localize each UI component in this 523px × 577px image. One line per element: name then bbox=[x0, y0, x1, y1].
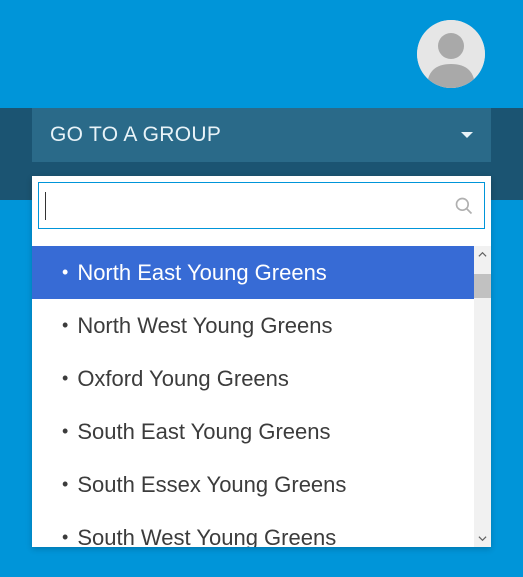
dropdown-label: GO TO A GROUP bbox=[50, 123, 221, 147]
top-bar bbox=[0, 0, 523, 108]
dropdown-panel: • North East Young Greens • North West Youn… bbox=[32, 176, 491, 547]
person-icon bbox=[417, 20, 485, 88]
list-item[interactable]: • Oxford Young Greens bbox=[32, 352, 474, 405]
search-input[interactable] bbox=[46, 183, 454, 228]
scroll-down-icon[interactable] bbox=[474, 530, 491, 547]
option-label: North West Young Greens bbox=[77, 313, 332, 339]
avatar[interactable] bbox=[417, 20, 485, 88]
scroll-up-icon[interactable] bbox=[474, 246, 491, 263]
search-box[interactable] bbox=[38, 182, 485, 229]
bullet-icon: • bbox=[62, 315, 68, 336]
list-item[interactable]: • North West Young Greens bbox=[32, 299, 474, 352]
scrollbar[interactable] bbox=[474, 246, 491, 547]
list-item[interactable]: • South West Young Greens bbox=[32, 511, 474, 547]
option-label: Oxford Young Greens bbox=[77, 366, 289, 392]
bullet-icon: • bbox=[62, 262, 68, 283]
options-list: • North East Young Greens • North West Youn… bbox=[32, 246, 474, 547]
group-dropdown-toggle[interactable]: GO TO A GROUP bbox=[32, 108, 491, 162]
chevron-down-icon bbox=[461, 132, 473, 138]
option-label: South Essex Young Greens bbox=[77, 472, 346, 498]
list-item[interactable]: • South Essex Young Greens bbox=[32, 458, 474, 511]
bullet-icon: • bbox=[62, 421, 68, 442]
bullet-icon: • bbox=[62, 474, 68, 495]
option-label: North East Young Greens bbox=[77, 260, 327, 286]
option-label: South East Young Greens bbox=[77, 419, 330, 445]
option-label: South West Young Greens bbox=[77, 525, 336, 548]
bullet-icon: • bbox=[62, 527, 68, 547]
list-item[interactable]: • South East Young Greens bbox=[32, 405, 474, 458]
scroll-thumb[interactable] bbox=[474, 274, 491, 298]
bullet-icon: • bbox=[62, 368, 68, 389]
list-item[interactable]: • North East Young Greens bbox=[32, 246, 474, 299]
search-icon bbox=[454, 196, 474, 216]
